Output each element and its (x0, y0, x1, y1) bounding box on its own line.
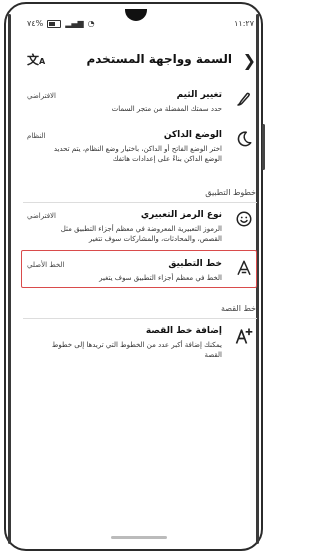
home-indicator[interactable] (111, 536, 167, 539)
battery-percent: ٧٤% (27, 19, 44, 28)
item-description: حدد سمتك المفضلة من متجر السمات (111, 105, 222, 113)
page-title: السمة وواجهة المستخدم (86, 52, 232, 66)
screen: ٧٤% ▂▄▆ ◔ ١١:٢٧ ❯ السمة وواجهة المستخدم … (15, 10, 264, 548)
section-divider (23, 202, 257, 203)
section-header-app-fonts: خطوط التطبيق (205, 188, 256, 197)
list-item-app-font[interactable]: خط التطبيق الخط الأصلي الخط في معظم أجزا… (15, 259, 264, 289)
item-value: الافتراضي (27, 212, 56, 220)
navigation-bar (15, 530, 264, 548)
battery-icon (47, 19, 62, 28)
item-value: النظام (27, 132, 46, 140)
status-time: ١١:٢٧ (234, 19, 254, 28)
smiley-icon (234, 210, 254, 230)
translate-icon[interactable]: 文A (27, 51, 45, 68)
font-icon (234, 259, 254, 279)
item-value: الافتراضي (27, 92, 56, 100)
section-divider (23, 318, 257, 319)
moon-icon (234, 130, 254, 150)
item-title: تغيير الثيم (176, 90, 222, 100)
list-item-theme[interactable]: تغيير الثيم الافتراضي حدد سمتك المفضلة م… (15, 90, 264, 120)
item-description: الخط في معظم أجزاء التطبيق سوف يتغير (99, 274, 222, 282)
phone-bezel-left (8, 14, 11, 544)
phone-frame: ٧٤% ▂▄▆ ◔ ١١:٢٧ ❯ السمة وواجهة المستخدم … (4, 2, 265, 551)
app-header: ❯ السمة وواجهة المستخدم 文A (15, 46, 264, 76)
item-title: إضافة خط القصة (145, 326, 222, 336)
list-item-dark-mode[interactable]: الوضع الداكن النظام اختر الوضع الفاتح أو… (15, 130, 264, 175)
status-bar: ٧٤% ▂▄▆ ◔ ١١:٢٧ (15, 19, 264, 31)
list-item-story-font[interactable]: إضافة خط القصة يمكنك إضافة أكبر عدد من ا… (15, 326, 264, 359)
item-value: الخط الأصلي (27, 261, 65, 269)
item-description: الرموز التعبيرية المعروضة في معظم أجزاء … (60, 225, 222, 243)
chevron-left-icon[interactable]: ❯ (243, 51, 256, 70)
wifi-icon: ◔ (87, 19, 95, 28)
item-description: يمكنك إضافة أكبر عدد من الخطوط التي تريد… (51, 341, 222, 359)
paintbrush-icon (234, 90, 254, 110)
add-font-icon (234, 326, 254, 346)
item-title: الوضع الداكن (163, 130, 222, 140)
signal-icon: ▂▄▆ (65, 19, 84, 28)
list-item-emoji[interactable]: نوع الرمز التعبيري الافتراضي الرموز التع… (15, 210, 264, 250)
item-title: نوع الرمز التعبيري (140, 210, 222, 220)
item-title: خط التطبيق (168, 259, 222, 269)
item-description: اختر الوضع الفاتح أو الداكن، باختيار وضع… (53, 145, 222, 163)
status-left: ٧٤% ▂▄▆ ◔ (27, 19, 95, 28)
section-header-story-font: خط القصة (220, 304, 256, 313)
